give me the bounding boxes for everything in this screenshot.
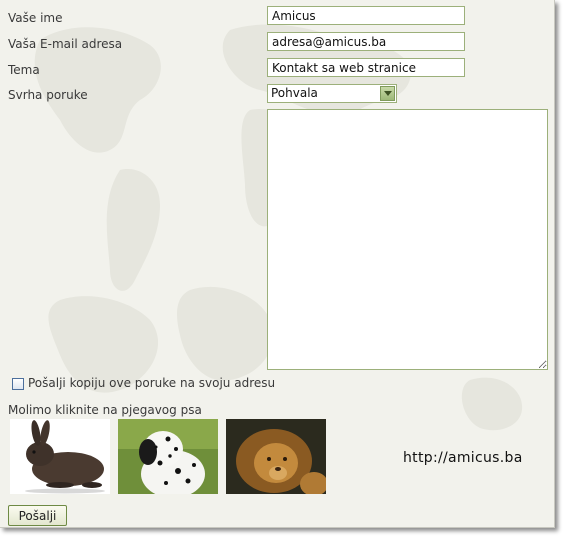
- purpose-selected-value: Pohvala: [271, 86, 318, 100]
- subject-label: Tema: [8, 63, 40, 77]
- contact-form-panel: Vaše ime Vaša E-mail adresa Tema Svrha p…: [0, 0, 555, 528]
- chevron-down-icon[interactable]: [380, 86, 395, 101]
- purpose-label: Svrha poruke: [8, 88, 88, 102]
- send-copy-label[interactable]: Pošalji kopiju ove poruke na svoju adres…: [28, 376, 275, 390]
- message-textarea[interactable]: [267, 109, 548, 370]
- site-url: http://amicus.ba: [403, 450, 523, 466]
- purpose-select[interactable]: Pohvala: [267, 84, 397, 103]
- name-field[interactable]: [267, 6, 465, 25]
- subject-field[interactable]: [267, 58, 465, 77]
- captcha-image-lion[interactable]: [226, 419, 326, 494]
- rabbit-icon: [10, 419, 110, 494]
- lion-icon: [226, 419, 326, 494]
- email-field[interactable]: [267, 32, 465, 51]
- email-label: Vaša E-mail adresa: [8, 37, 123, 51]
- name-label: Vaše ime: [8, 11, 63, 25]
- send-button[interactable]: Pošalji: [8, 505, 67, 526]
- captcha-image-dalmatian[interactable]: [118, 419, 218, 494]
- dalmatian-icon: [118, 419, 218, 494]
- captcha-image-rabbit[interactable]: [10, 419, 110, 494]
- send-copy-checkbox[interactable]: [12, 378, 24, 390]
- captcha-instruction: Molimo kliknite na pjegavog psa: [8, 403, 202, 417]
